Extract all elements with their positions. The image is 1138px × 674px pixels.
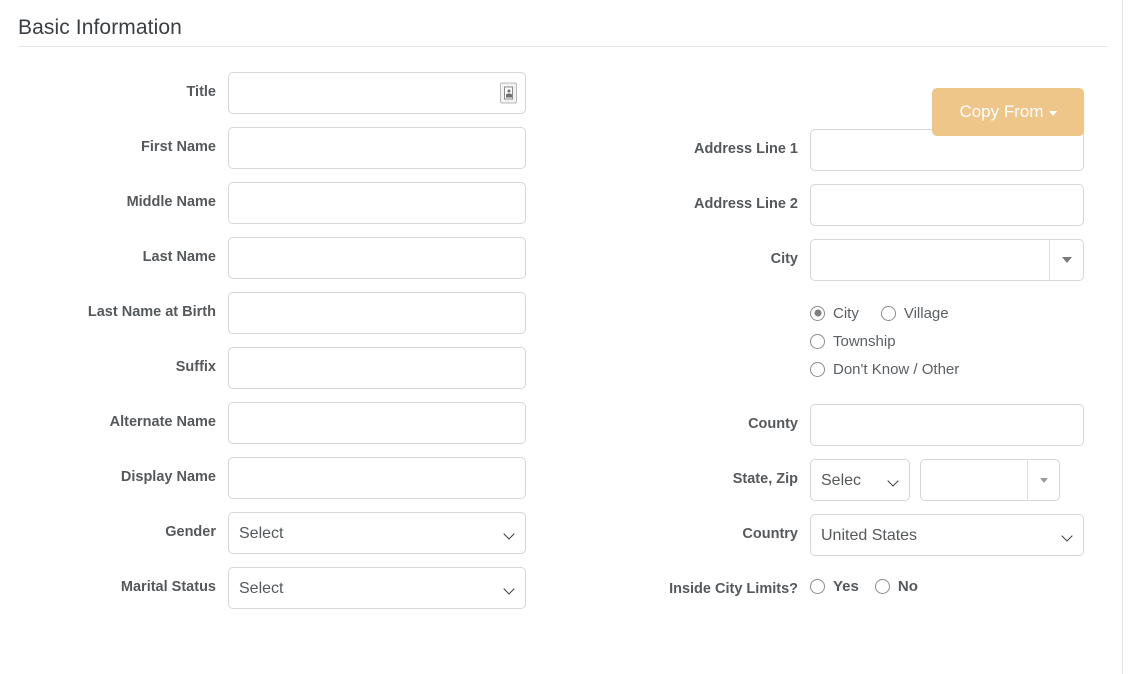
page-title: Basic Information xyxy=(18,16,182,39)
label-country: Country xyxy=(742,526,798,542)
country-select[interactable]: United States xyxy=(810,514,1084,556)
field-row-title: Title xyxy=(0,72,560,114)
label-address-line-1: Address Line 1 xyxy=(694,141,798,157)
field-row-country: Country United States xyxy=(560,514,1122,556)
caret-down-icon xyxy=(1048,111,1057,116)
county-input[interactable] xyxy=(810,404,1084,446)
label-first-name: First Name xyxy=(141,139,216,155)
contact-card-icon[interactable] xyxy=(500,82,517,104)
last-name-input[interactable] xyxy=(228,237,526,279)
label-county: County xyxy=(748,416,798,432)
radio-label-yes: Yes xyxy=(833,578,859,595)
label-marital-status: Marital Status xyxy=(120,579,216,595)
radio-label-village: Village xyxy=(903,304,949,322)
label-middle-name: Middle Name xyxy=(126,194,216,210)
field-row-address-line-2: Address Line 2 xyxy=(560,184,1122,226)
radio-indicator xyxy=(810,361,825,377)
field-row-inside-city-limits: Inside City Limits? Yes No xyxy=(560,569,1122,599)
city-dropdown-toggle[interactable] xyxy=(1049,240,1083,280)
radio-label-no: No xyxy=(897,578,918,595)
radio-place-type-city[interactable]: City xyxy=(810,305,859,322)
field-row-gender: Gender Select xyxy=(0,512,560,554)
radio-inside-city-limits-no[interactable]: No xyxy=(874,578,918,595)
field-row-first-name: First Name xyxy=(0,127,560,169)
field-row-marital-status: Marital Status Select xyxy=(0,567,560,609)
right-column: Copy From Address Line 1 Address Line 2 … xyxy=(560,72,1122,612)
radio-place-type-village[interactable]: Village xyxy=(880,304,949,322)
copy-from-label: Copy From xyxy=(959,102,1044,121)
middle-name-input[interactable] xyxy=(228,182,526,224)
field-row-display-name: Display Name xyxy=(0,457,560,499)
radio-indicator xyxy=(810,579,825,594)
radio-indicator xyxy=(874,579,890,594)
field-row-last-name-at-birth: Last Name at Birth xyxy=(0,292,560,334)
label-display-name: Display Name xyxy=(120,469,216,485)
address-line-2-input[interactable] xyxy=(810,184,1084,226)
field-row-city: City xyxy=(560,239,1122,281)
last-name-at-birth-input[interactable] xyxy=(228,292,526,334)
radio-indicator xyxy=(880,305,896,321)
place-type-radio-group: City Village Township Don't Know / Other xyxy=(810,299,1122,383)
inside-city-limits-radio-group: Yes No xyxy=(810,569,1122,595)
field-row-place-type: City Village Township Don't Know / Other xyxy=(560,292,1122,391)
label-inside-city-limits: Inside City Limits? xyxy=(669,581,798,597)
label-suffix: Suffix xyxy=(175,359,216,375)
copy-from-button[interactable]: Copy From xyxy=(932,88,1084,136)
label-last-name-at-birth: Last Name at Birth xyxy=(87,304,216,320)
field-row-suffix: Suffix xyxy=(0,347,560,389)
title-input[interactable] xyxy=(228,72,526,114)
field-row-last-name: Last Name xyxy=(0,237,560,279)
label-state-zip: State, Zip xyxy=(732,471,798,487)
radio-label-township: Township xyxy=(833,332,896,350)
right-edge-divider xyxy=(1122,0,1123,674)
basic-information-page: Basic Information Title First Name Middl… xyxy=(0,0,1138,674)
radio-place-type-township[interactable]: Township xyxy=(810,333,896,350)
radio-place-type-dont-know-other[interactable]: Don't Know / Other xyxy=(810,361,959,378)
field-row-state-zip: State, Zip Selec xyxy=(560,459,1122,501)
field-row-alternate-name: Alternate Name xyxy=(0,402,560,444)
label-last-name: Last Name xyxy=(142,249,216,265)
left-column: Title First Name Middle Name Last Name L… xyxy=(0,72,560,622)
alternate-name-input[interactable] xyxy=(228,402,526,444)
zip-combobox[interactable] xyxy=(920,459,1060,501)
label-address-line-2: Address Line 2 xyxy=(694,196,798,212)
triangle-down-icon xyxy=(1039,477,1048,483)
label-place-type-spacer xyxy=(560,292,810,303)
section-header: Basic Information xyxy=(18,14,1108,47)
header-divider xyxy=(18,46,1108,47)
display-name-input[interactable] xyxy=(228,457,526,499)
radio-indicator-selected xyxy=(810,305,825,321)
zip-input[interactable] xyxy=(921,460,1027,500)
suffix-input[interactable] xyxy=(228,347,526,389)
radio-inside-city-limits-yes[interactable]: Yes xyxy=(810,578,859,595)
city-input[interactable] xyxy=(811,240,1049,280)
radio-label-dont-know-other: Don't Know / Other xyxy=(833,360,960,378)
zip-dropdown-toggle[interactable] xyxy=(1027,460,1059,500)
label-title: Title xyxy=(186,84,216,100)
field-row-middle-name: Middle Name xyxy=(0,182,560,224)
radio-indicator xyxy=(810,333,825,349)
label-gender: Gender xyxy=(165,524,216,540)
triangle-down-icon xyxy=(1061,257,1072,263)
field-row-county: County xyxy=(560,404,1122,446)
label-city: City xyxy=(770,251,798,267)
first-name-input[interactable] xyxy=(228,127,526,169)
radio-label-city: City xyxy=(833,304,859,322)
gender-select[interactable]: Select xyxy=(228,512,526,554)
marital-status-select[interactable]: Select xyxy=(228,567,526,609)
city-combobox[interactable] xyxy=(810,239,1084,281)
state-select[interactable]: Selec xyxy=(810,459,910,501)
label-alternate-name: Alternate Name xyxy=(109,414,216,430)
